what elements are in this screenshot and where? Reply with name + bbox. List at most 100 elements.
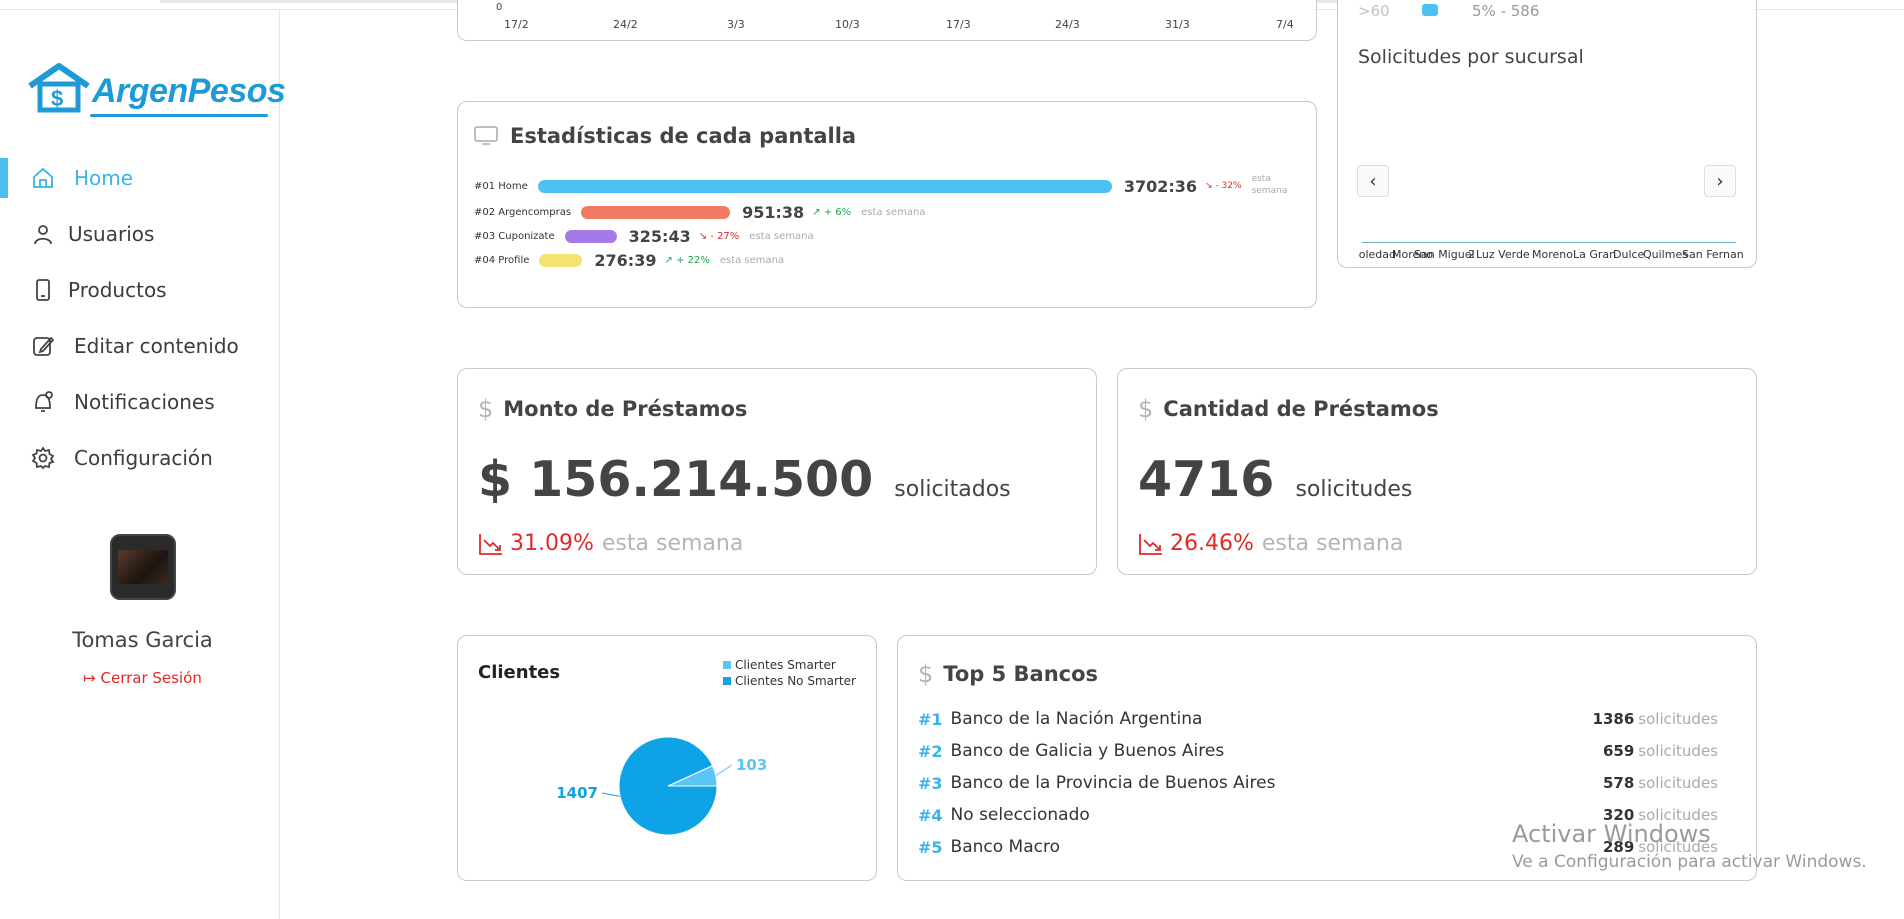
clients-pie-chart: 103 1407 (556, 736, 767, 836)
x-tick: 24/2 (613, 18, 638, 31)
edit-icon (30, 333, 56, 359)
pie-data-label: 1407 (556, 784, 598, 802)
pie-slice[interactable] (618, 736, 718, 836)
logo-underline (90, 114, 268, 117)
trend-down-icon: ↘ (698, 230, 708, 242)
x-tick: 31/3 (1165, 18, 1190, 31)
legend-swatch (1422, 4, 1438, 16)
chevron-left-icon: ‹ (1369, 170, 1377, 192)
branch-label: Dulce (1613, 248, 1645, 261)
nav-label-productos: Productos (68, 278, 167, 302)
screen-trend: ↗ + 22% (664, 255, 709, 266)
sidebar-nav: Home Usuarios Productos Editar contenido… (0, 150, 280, 486)
logout-link[interactable]: ↦ Cerrar Sesión (0, 669, 285, 687)
prev-button[interactable]: ‹ (1357, 165, 1389, 197)
loan-amount-card: $ Monto de Préstamos $ 156.214.500 solic… (457, 368, 1097, 575)
loan-count-title: $ Cantidad de Préstamos (1138, 395, 1439, 423)
user-avatar[interactable] (110, 534, 176, 600)
nav-item-configuracion[interactable]: Configuración (0, 430, 280, 486)
loan-count-number: 4716 (1138, 451, 1275, 508)
x-tick: 24/3 (1055, 18, 1080, 31)
loan-amount-change: 31.09% esta semana (478, 531, 743, 556)
screen-label: #02 Argencompras (474, 206, 572, 218)
x-tick: 3/3 (727, 18, 745, 31)
loan-amount-title: $ Monto de Préstamos (478, 395, 747, 423)
screen-label: #01 Home (474, 180, 528, 192)
screen-bar (564, 229, 617, 243)
bank-count-unit: solicitudes (1638, 742, 1718, 760)
loan-count-value: 4716 solicitudes (1138, 451, 1412, 508)
screen-bar (537, 179, 1112, 193)
loan-amount-number: $ 156.214.500 (478, 451, 874, 508)
nav-label-configuracion: Configuración (74, 446, 213, 470)
nav-label-editar-contenido: Editar contenido (74, 334, 239, 358)
bank-rank: #5 (918, 837, 943, 857)
loan-amount-unit: solicitados (894, 477, 1011, 502)
user-icon (30, 221, 56, 247)
loan-count-unit: solicitudes (1295, 477, 1413, 502)
windows-activation-title: Activar Windows (1512, 820, 1711, 848)
bank-count-value: 659 (1602, 742, 1635, 760)
bell-icon (30, 389, 56, 415)
branch-label: Soledad (1358, 248, 1396, 261)
bank-count: 659 solicitudes (1603, 742, 1718, 760)
screen-time: 276:39 (594, 250, 657, 270)
loan-amount-value: $ 156.214.500 solicitados (478, 451, 1011, 508)
logout-icon: ↦ (83, 669, 96, 687)
nav-item-usuarios[interactable]: Usuarios (0, 206, 280, 262)
next-button[interactable]: › (1704, 165, 1736, 197)
bank-name: No seleccionado (950, 805, 1090, 825)
nav-item-productos[interactable]: Productos (0, 262, 280, 318)
pie-data-label: 103 (736, 756, 767, 774)
screen-stat-row: #03 Cuponizate 325:43 ↘ - 27% esta seman… (474, 226, 814, 246)
branch-legend-text: 5% - 586 (1472, 2, 1540, 20)
screen-trend-value: + 22% (676, 254, 710, 266)
trend-up-icon: ↗ (812, 206, 821, 218)
trend-up-icon: ↗ (664, 254, 673, 266)
nav-label-notificaciones: Notificaciones (74, 390, 215, 414)
bank-count-value: 1386 (1592, 710, 1635, 728)
screen-bar (581, 205, 731, 219)
branch-label: San Fernan (1682, 248, 1744, 261)
screen-time: 3702:36 (1123, 176, 1198, 196)
branch-card-title: Solicitudes por sucursal (1358, 46, 1584, 68)
nav-label-usuarios: Usuarios (68, 222, 155, 246)
branch-legend-prefix: >60 (1358, 2, 1390, 20)
bank-name: Banco Macro (950, 837, 1061, 857)
bank-count: 1386 solicitudes (1593, 710, 1718, 728)
branch-label: 2 (1468, 248, 1475, 261)
screen-time: 325:43 (628, 226, 691, 246)
clients-card: Clientes Clientes Smarter Clientes No Sm… (457, 635, 877, 881)
nav-item-editar-contenido[interactable]: Editar contenido (0, 318, 280, 374)
trend-down-icon: ↘ (1205, 180, 1213, 191)
bank-name: Banco de la Nación Argentina (950, 709, 1203, 729)
bank-name: Banco de la Provincia de Buenos Aires (950, 773, 1276, 793)
sidebar: $ ArgenPesos Home Usuarios Productos Edi… (0, 10, 286, 919)
screen-trend-value: - 32% (1215, 180, 1242, 191)
branch-requests-card: >60 5% - 586 Solicitudes por sucursal ‹ … (1337, 0, 1757, 268)
x-tick: 10/3 (835, 18, 860, 31)
loan-amount-title-text: Monto de Préstamos (503, 397, 748, 421)
screen-trend-value: + 6% (823, 206, 852, 218)
branch-label: San Miguel (1414, 248, 1475, 261)
phone-icon (30, 277, 56, 303)
trend-down-icon (1139, 533, 1162, 555)
screen-bar (539, 253, 583, 267)
dollar-icon: $ (1138, 395, 1154, 423)
windows-activation-subtitle: Ve a Configuración para activar Windows. (1512, 852, 1867, 872)
screen-trend-suffix: esta semana (861, 206, 926, 218)
nav-label-home: Home (74, 166, 134, 190)
screen-trend-suffix: esta semana (719, 254, 785, 266)
brand-logo[interactable]: $ ArgenPesos (26, 58, 286, 120)
nav-item-home[interactable]: Home (0, 150, 280, 206)
bank-row: #1 Banco de la Nación Argentina 1386 soli… (918, 705, 1738, 733)
bank-count: 578 solicitudes (1603, 774, 1718, 792)
nav-item-notificaciones[interactable]: Notificaciones (0, 374, 280, 430)
daily-chart-card: 0 17/2 24/2 3/3 10/3 17/3 24/3 31/3 7/4 (457, 0, 1317, 41)
bank-count-value: 578 (1602, 774, 1635, 792)
screen-trend: ↗ + 6% (812, 207, 851, 218)
top-banks-title-text: Top 5 Bancos (943, 662, 1099, 686)
screen-trend: ↘ - 27% (699, 231, 740, 242)
screen-stat-row: #04 Profile 276:39 ↗ + 22% esta semana (474, 250, 784, 270)
screen-stats-title-text: Estadísticas de cada pantalla (510, 124, 857, 148)
